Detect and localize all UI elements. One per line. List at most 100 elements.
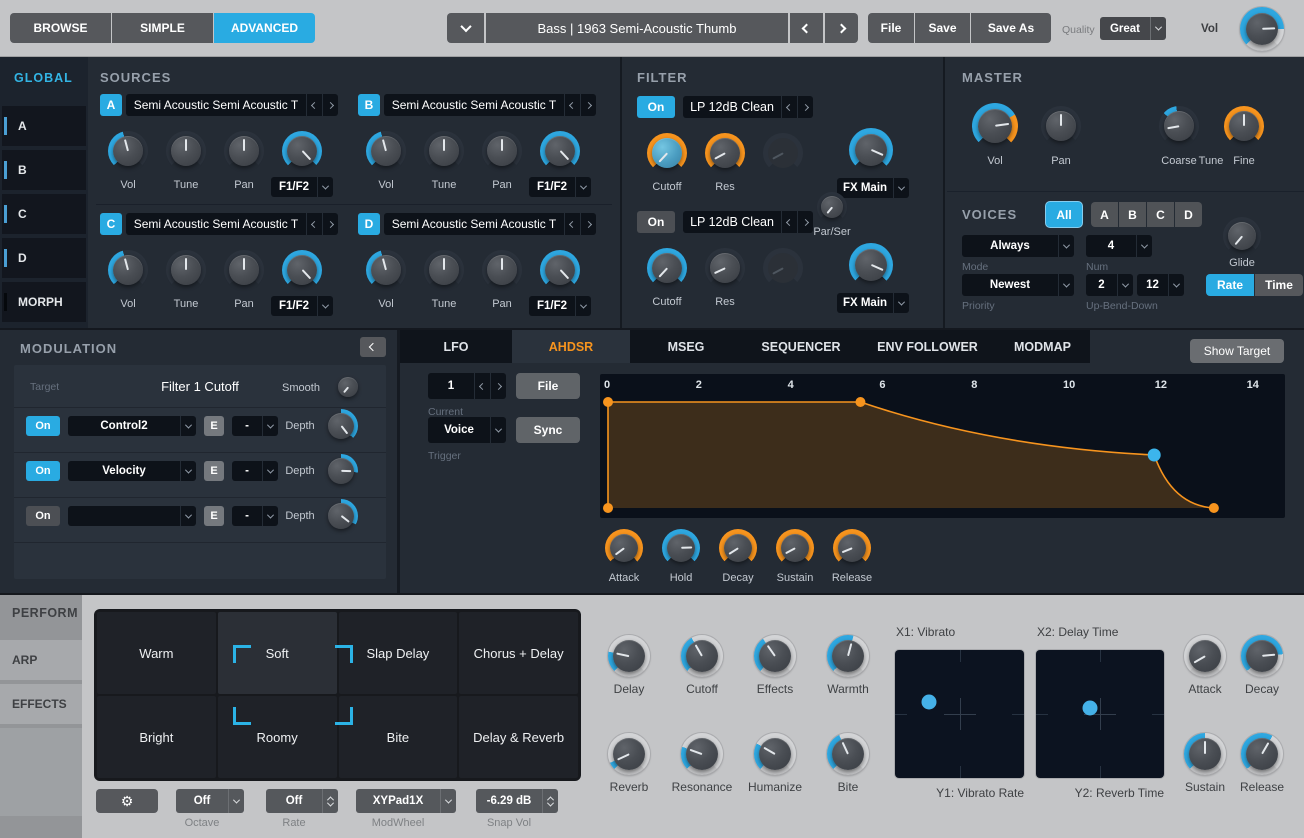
- smooth-knob[interactable]: [334, 373, 362, 401]
- xy2-dot[interactable]: [1082, 700, 1097, 715]
- prev-icon[interactable]: [474, 373, 490, 399]
- nav-tab-morph[interactable]: MORPH: [2, 282, 86, 322]
- mod3-depth-knob[interactable]: [324, 499, 358, 533]
- xy1-dot[interactable]: [921, 695, 936, 710]
- ahdsr-decay-knob[interactable]: [719, 529, 757, 567]
- next-icon[interactable]: [580, 94, 596, 116]
- tab-modmap[interactable]: MODMAP: [995, 330, 1090, 363]
- filter2-cutoff-knob[interactable]: [647, 248, 687, 288]
- save-as-button[interactable]: Save As: [971, 13, 1051, 43]
- quality-select[interactable]: Great: [1100, 17, 1166, 40]
- nav-tab-arp[interactable]: ARP: [0, 640, 82, 680]
- perform-effects-knob[interactable]: [754, 635, 796, 677]
- nav-tab-c[interactable]: C: [2, 194, 86, 234]
- perform-resonance-knob[interactable]: [681, 733, 723, 775]
- next-icon[interactable]: [490, 373, 506, 399]
- snap-vol-stepper[interactable]: -6.29 dB: [476, 789, 558, 813]
- next-icon[interactable]: [322, 94, 338, 116]
- source-b-pan-knob[interactable]: [482, 131, 522, 171]
- filter1-cutoff-knob[interactable]: [647, 133, 687, 173]
- envelope-point[interactable]: [1209, 503, 1219, 513]
- mod2-depth-knob[interactable]: [324, 454, 358, 488]
- envelope-point[interactable]: [603, 397, 613, 407]
- ahdsr-current-select[interactable]: 1: [428, 373, 506, 399]
- source-d-badge[interactable]: D: [358, 213, 380, 235]
- ahdsr-file-button[interactable]: File: [516, 373, 580, 399]
- source-d-route-knob[interactable]: [540, 250, 580, 290]
- filter2-type-select[interactable]: LP 12dB Clean: [683, 211, 813, 233]
- filter2-fx-knob[interactable]: [849, 243, 893, 287]
- bend-up-select[interactable]: 2: [1086, 274, 1133, 296]
- mod1-via-select[interactable]: -: [232, 416, 278, 436]
- prev-icon[interactable]: [306, 94, 322, 116]
- source-a-tune-knob[interactable]: [166, 131, 206, 171]
- ahdsr-hold-knob[interactable]: [662, 529, 700, 567]
- envelope-display[interactable]: 02468101214: [600, 374, 1285, 518]
- nav-tab-b[interactable]: B: [2, 150, 86, 190]
- glide-rate-button[interactable]: Rate: [1206, 274, 1254, 296]
- perform-release-knob[interactable]: [1241, 733, 1283, 775]
- source-c-badge[interactable]: C: [100, 213, 122, 235]
- source-b-vol-knob[interactable]: [366, 131, 406, 171]
- envelope-point[interactable]: [1148, 449, 1161, 462]
- snapshot-pad-delay-reverb[interactable]: Delay & Reverb: [459, 696, 578, 778]
- filter1-res-knob[interactable]: [705, 133, 745, 173]
- tab-mseg[interactable]: MSEG: [630, 330, 742, 363]
- prev-icon[interactable]: [781, 211, 797, 233]
- source-c-route-knob[interactable]: [282, 250, 322, 290]
- tab-simple[interactable]: SIMPLE: [112, 13, 213, 43]
- nav-tab-blank[interactable]: [0, 728, 82, 816]
- ahdsr-sustain-knob[interactable]: [776, 529, 814, 567]
- snapshot-pad-warm[interactable]: Warm: [97, 612, 216, 694]
- bend-down-select[interactable]: 12: [1137, 274, 1184, 296]
- preset-next-button[interactable]: [825, 13, 858, 43]
- octave-select[interactable]: Off: [176, 789, 244, 813]
- preset-name[interactable]: Bass | 1963 Semi-Acoustic Thumb: [486, 13, 788, 43]
- perform-warmth-knob[interactable]: [827, 635, 869, 677]
- mod1-edit-button[interactable]: E: [204, 416, 224, 436]
- ahdsr-trigger-select[interactable]: Voice: [428, 417, 506, 443]
- nav-tab-a[interactable]: A: [2, 106, 86, 146]
- glide-time-button[interactable]: Time: [1255, 274, 1303, 296]
- mod2-source-select[interactable]: Velocity: [68, 461, 196, 481]
- voices-b-button[interactable]: B: [1119, 202, 1146, 227]
- filter1-fx-select[interactable]: FX Main: [837, 178, 909, 198]
- snapshot-pad-chorus-delay[interactable]: Chorus + Delay: [459, 612, 578, 694]
- rate-stepper[interactable]: Off: [266, 789, 338, 813]
- filter2-on-button[interactable]: On: [637, 211, 675, 233]
- source-d-route-select[interactable]: F1/F2: [529, 296, 591, 316]
- tab-advanced[interactable]: ADVANCED: [214, 13, 315, 43]
- next-icon[interactable]: [797, 211, 813, 233]
- source-d-name[interactable]: Semi Acoustic Semi Acoustic T: [384, 213, 596, 235]
- source-b-badge[interactable]: B: [358, 94, 380, 116]
- source-a-route-select[interactable]: F1/F2: [271, 177, 333, 197]
- perform-bite-knob[interactable]: [827, 733, 869, 775]
- tab-browse[interactable]: BROWSE: [10, 13, 111, 43]
- mod2-edit-button[interactable]: E: [204, 461, 224, 481]
- prev-icon[interactable]: [781, 96, 797, 118]
- source-a-badge[interactable]: A: [100, 94, 122, 116]
- mod1-depth-knob[interactable]: [324, 409, 358, 443]
- voices-a-button[interactable]: A: [1091, 202, 1118, 227]
- voices-mode-select[interactable]: Always: [962, 235, 1074, 257]
- show-target-button[interactable]: Show Target: [1190, 339, 1284, 363]
- perform-decay-knob[interactable]: [1241, 635, 1283, 677]
- perform-reverb-knob[interactable]: [608, 733, 650, 775]
- filter1-on-button[interactable]: On: [637, 96, 675, 118]
- filter2-res-knob[interactable]: [705, 248, 745, 288]
- source-c-pan-knob[interactable]: [224, 250, 264, 290]
- nav-tab-d[interactable]: D: [2, 238, 86, 278]
- source-b-route-knob[interactable]: [540, 131, 580, 171]
- modulation-target-value[interactable]: Filter 1 Cutoff: [135, 379, 265, 394]
- ahdsr-attack-knob[interactable]: [605, 529, 643, 567]
- source-d-pan-knob[interactable]: [482, 250, 522, 290]
- source-c-name[interactable]: Semi Acoustic Semi Acoustic T: [126, 213, 338, 235]
- perform-cutoff-knob[interactable]: [681, 635, 723, 677]
- top-vol-knob[interactable]: [1240, 7, 1284, 51]
- filter1-fx-knob[interactable]: [849, 128, 893, 172]
- source-a-route-knob[interactable]: [282, 131, 322, 171]
- source-c-tune-knob[interactable]: [166, 250, 206, 290]
- mod1-source-select[interactable]: Control2: [68, 416, 196, 436]
- source-c-route-select[interactable]: F1/F2: [271, 296, 333, 316]
- prev-icon[interactable]: [564, 94, 580, 116]
